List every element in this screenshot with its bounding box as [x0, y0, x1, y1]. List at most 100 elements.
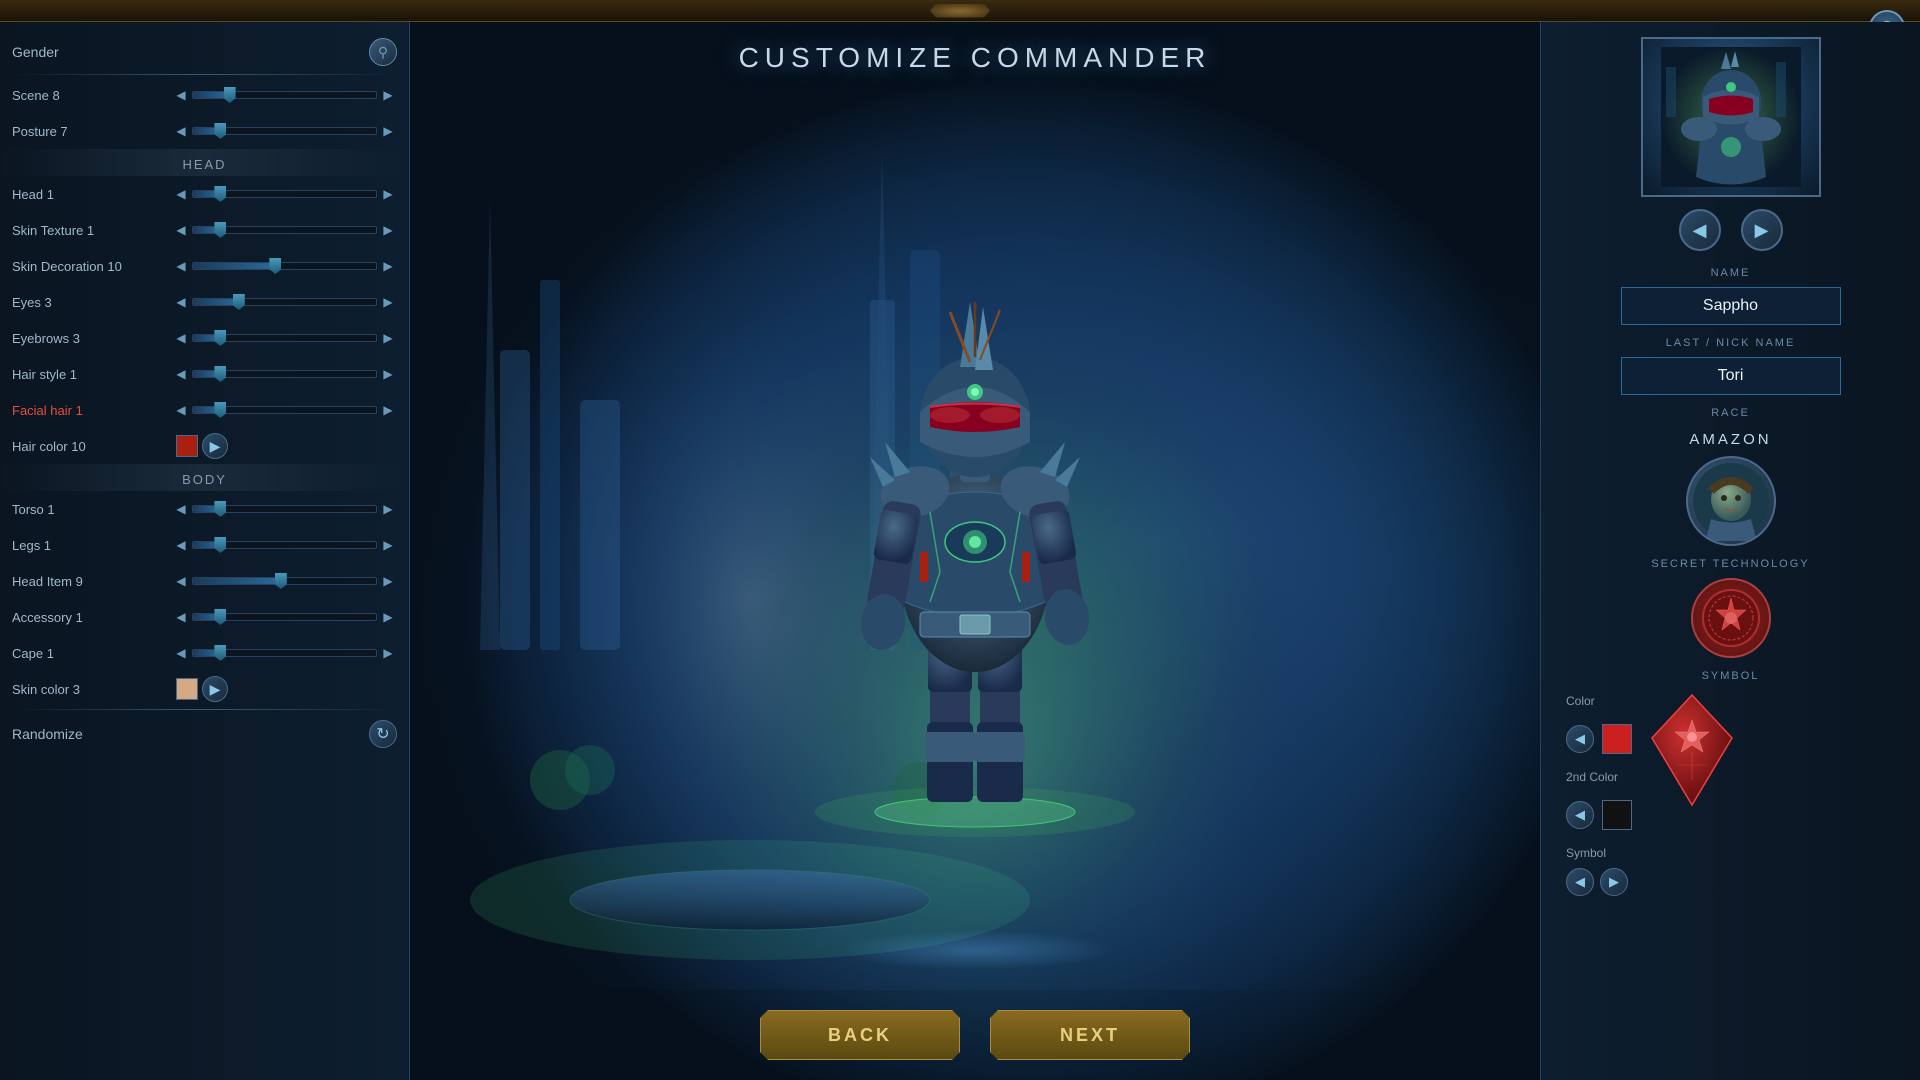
symbol-section: Color ◀ 2nd Color ◀ Symbol ◀ ▶: [1556, 690, 1905, 896]
back-button[interactable]: BACK: [760, 1010, 960, 1060]
head-item-next[interactable]: ▶: [379, 572, 397, 590]
eyebrows-next[interactable]: ▶: [379, 329, 397, 347]
legs-prev[interactable]: ◀: [172, 536, 190, 554]
color-prev-btn[interactable]: ◀: [1566, 725, 1594, 753]
cape-next[interactable]: ▶: [379, 644, 397, 662]
head-item-label: Head Item 9: [12, 574, 172, 589]
preview-prev-btn[interactable]: ◀: [1679, 209, 1721, 251]
name-input[interactable]: [1621, 287, 1841, 325]
hairstyle-row: Hair style 1 ◀ ▶: [0, 356, 409, 392]
divider-bottom: [12, 709, 397, 710]
eyebrows-track[interactable]: [192, 334, 377, 342]
hair-color-row: Hair color 10 ▶: [0, 428, 409, 464]
cape-track[interactable]: [192, 649, 377, 657]
facial-hair-prev[interactable]: ◀: [172, 401, 190, 419]
facial-hair-label: Facial hair 1: [12, 403, 172, 418]
eyes-row: Eyes 3 ◀ ▶: [0, 284, 409, 320]
second-color-value-row: ◀: [1566, 800, 1632, 830]
legs-next[interactable]: ▶: [379, 536, 397, 554]
symbol-next-btn[interactable]: ▶: [1600, 868, 1628, 896]
symbol-prev-btn[interactable]: ◀: [1566, 868, 1594, 896]
second-color-label: 2nd Color: [1566, 770, 1626, 784]
head-item-track[interactable]: [192, 577, 377, 585]
color-controls: Color ◀ 2nd Color ◀ Symbol ◀ ▶: [1566, 690, 1632, 896]
preview-next-btn[interactable]: ▶: [1741, 209, 1783, 251]
head-label: Head 1: [12, 187, 172, 202]
posture-track[interactable]: [192, 127, 377, 135]
skin-deco-next[interactable]: ▶: [379, 257, 397, 275]
head-track[interactable]: [192, 190, 377, 198]
top-ornament: [930, 4, 990, 18]
scene-label: Scene 8: [12, 88, 172, 103]
cape-label: Cape 1: [12, 646, 172, 661]
platform-glow: [835, 930, 1115, 970]
facial-hair-next[interactable]: ▶: [379, 401, 397, 419]
accessory-prev[interactable]: ◀: [172, 608, 190, 626]
skin-deco-row: Skin Decoration 10 ◀ ▶: [0, 248, 409, 284]
body-section-label: BODY: [0, 464, 409, 491]
gender-row: Gender ⚲: [0, 32, 409, 72]
facial-hair-row: Facial hair 1 ◀ ▶: [0, 392, 409, 428]
eyes-label: Eyes 3: [12, 295, 172, 310]
skin-texture-track[interactable]: [192, 226, 377, 234]
color-row: Color: [1566, 694, 1632, 708]
center-area: CUSTOMIZE COMMANDER: [410, 22, 1540, 1080]
cape-prev[interactable]: ◀: [172, 644, 190, 662]
race-portrait[interactable]: [1686, 456, 1776, 546]
head-row: Head 1 ◀ ▶: [0, 176, 409, 212]
torso-next[interactable]: ▶: [379, 500, 397, 518]
head-item-prev[interactable]: ◀: [172, 572, 190, 590]
race-value: AMAZON: [1689, 431, 1771, 448]
accessory-track[interactable]: [192, 613, 377, 621]
head-next[interactable]: ▶: [379, 185, 397, 203]
skin-color-row: Skin color 3 ▶: [0, 671, 409, 707]
color-value-row: ◀: [1566, 724, 1632, 754]
tech-label: SECRET TECHNOLOGY: [1651, 558, 1809, 570]
gender-label: Gender: [12, 44, 59, 60]
scene-next[interactable]: ▶: [379, 86, 397, 104]
skin-deco-track[interactable]: [192, 262, 377, 270]
skin-deco-label: Skin Decoration 10: [12, 259, 172, 274]
hairstyle-prev[interactable]: ◀: [172, 365, 190, 383]
scene-prev[interactable]: ◀: [172, 86, 190, 104]
color-label: Color: [1566, 694, 1626, 708]
skin-texture-next[interactable]: ▶: [379, 221, 397, 239]
skin-texture-prev[interactable]: ◀: [172, 221, 190, 239]
primary-color-swatch[interactable]: [1602, 724, 1632, 754]
second-color-prev-btn[interactable]: ◀: [1566, 801, 1594, 829]
preview-frame: [1641, 37, 1821, 197]
hair-color-next[interactable]: ▶: [202, 433, 228, 459]
head-prev[interactable]: ◀: [172, 185, 190, 203]
torso-track[interactable]: [192, 505, 377, 513]
eyes-track[interactable]: [192, 298, 377, 306]
torso-prev[interactable]: ◀: [172, 500, 190, 518]
head-section-label: HEAD: [0, 149, 409, 176]
posture-prev[interactable]: ◀: [172, 122, 190, 140]
next-button[interactable]: NEXT: [990, 1010, 1190, 1060]
skin-deco-prev[interactable]: ◀: [172, 257, 190, 275]
character-svg: [775, 222, 1175, 842]
randomize-button[interactable]: ↻: [369, 720, 397, 748]
hair-color-swatch[interactable]: [176, 435, 198, 457]
eyes-prev[interactable]: ◀: [172, 293, 190, 311]
tech-circle[interactable]: [1691, 578, 1771, 658]
skin-texture-row: Skin Texture 1 ◀ ▶: [0, 212, 409, 248]
facial-hair-track[interactable]: [192, 406, 377, 414]
hairstyle-next[interactable]: ▶: [379, 365, 397, 383]
skin-color-next[interactable]: ▶: [202, 676, 228, 702]
eyes-next[interactable]: ▶: [379, 293, 397, 311]
accessory-next[interactable]: ▶: [379, 608, 397, 626]
eyebrows-prev[interactable]: ◀: [172, 329, 190, 347]
hairstyle-track[interactable]: [192, 370, 377, 378]
skin-color-swatch[interactable]: [176, 678, 198, 700]
lastname-input[interactable]: [1621, 357, 1841, 395]
hairstyle-label: Hair style 1: [12, 367, 172, 382]
scene-row: Scene 8 ◀ ▶: [0, 77, 409, 113]
posture-next[interactable]: ▶: [379, 122, 397, 140]
accessory-row: Accessory 1 ◀ ▶: [0, 599, 409, 635]
legs-track[interactable]: [192, 541, 377, 549]
scene-track[interactable]: [192, 91, 377, 99]
secondary-color-swatch[interactable]: [1602, 800, 1632, 830]
symbol-display: [1647, 690, 1737, 810]
gender-icon[interactable]: ⚲: [369, 38, 397, 66]
